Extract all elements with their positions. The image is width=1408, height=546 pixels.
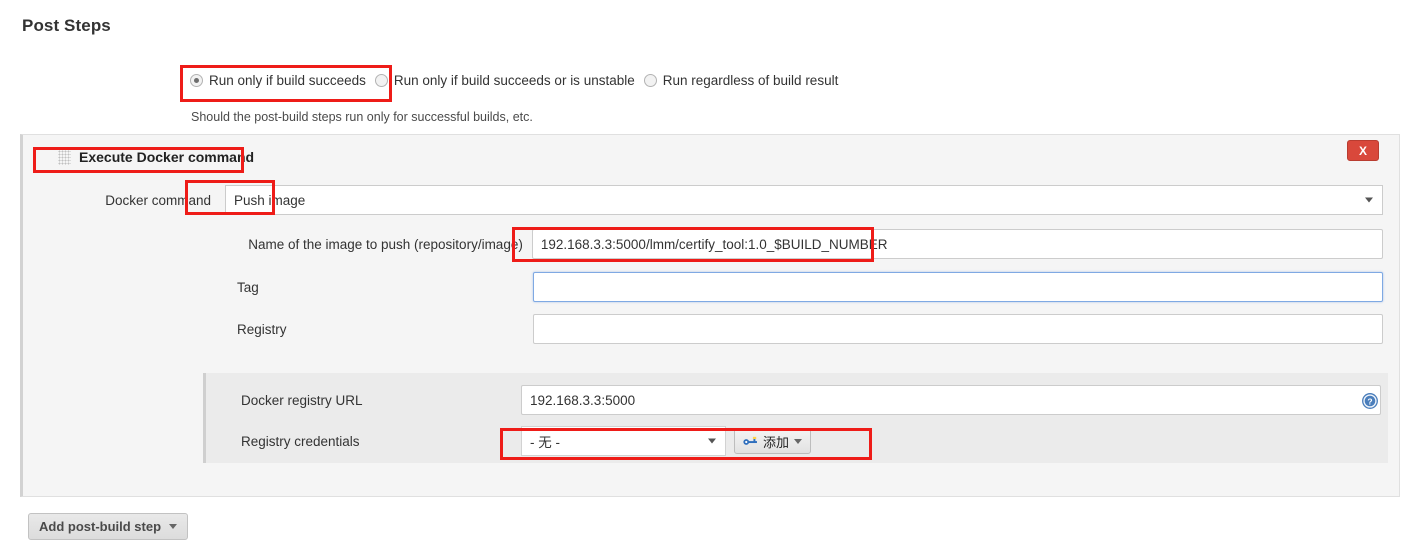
registry-input[interactable] <box>533 314 1383 344</box>
docker-command-label: Docker command <box>105 192 211 208</box>
chevron-down-icon-add-step[interactable] <box>169 524 178 529</box>
docker-command-select[interactable]: Push image <box>225 185 1383 215</box>
registry-url-label: Docker registry URL <box>241 392 363 408</box>
registry-credentials-row: Registry credentials - 无 - 添加 <box>241 426 1381 456</box>
registry-label: Registry <box>237 321 287 337</box>
chevron-down-icon[interactable] <box>1365 197 1373 203</box>
radio-label-run-if-succeeds-or-unstable: Run only if build succeeds or is unstabl… <box>393 73 635 88</box>
registry-row: Registry <box>38 314 1383 344</box>
drag-handle-icon[interactable] <box>58 149 71 165</box>
radio-option-run-regardless[interactable]: Run regardless of build result <box>643 73 839 88</box>
registry-settings-subpanel: Docker registry URL 192.168.3.3:5000 Reg… <box>203 373 1388 463</box>
radio-icon-unselected[interactable] <box>374 74 388 88</box>
registry-credentials-value: - 无 - <box>530 435 560 450</box>
image-name-row: Name of the image to push (repository/im… <box>38 229 1383 259</box>
help-circle-icon[interactable]: ? <box>1362 393 1378 409</box>
radio-label-run-regardless: Run regardless of build result <box>662 73 839 88</box>
key-icon <box>743 436 757 445</box>
docker-block-title: Execute Docker command <box>79 149 255 165</box>
radio-option-run-if-succeeds-or-unstable[interactable]: Run only if build succeeds or is unstabl… <box>374 73 635 88</box>
svg-text:?: ? <box>1367 397 1372 407</box>
registry-url-value: 192.168.3.3:5000 <box>530 392 636 408</box>
registry-url-row: Docker registry URL 192.168.3.3:5000 <box>241 385 1381 415</box>
chevron-down-icon-add-credentials[interactable] <box>794 438 803 444</box>
close-button[interactable]: X <box>1347 140 1379 161</box>
docker-command-row: Docker command Push image <box>38 185 1383 215</box>
radio-icon-selected[interactable] <box>190 74 203 88</box>
chevron-down-icon-credentials[interactable] <box>708 438 716 444</box>
tag-input[interactable] <box>533 272 1383 302</box>
radio-icon-unselected-2[interactable] <box>643 74 657 88</box>
radio-label-run-if-succeeds: Run only if build succeeds <box>209 73 366 88</box>
page-title: Post Steps <box>22 16 111 35</box>
build-condition-help-text: Should the post-build steps run only for… <box>191 110 533 124</box>
registry-credentials-label: Registry credentials <box>241 433 360 449</box>
add-post-build-step-label: Add post-build step <box>39 519 162 534</box>
tag-row: Tag <box>38 272 1383 302</box>
radio-option-run-if-succeeds[interactable]: Run only if build succeeds <box>190 74 366 88</box>
registry-credentials-select[interactable]: - 无 - <box>521 426 726 456</box>
add-credentials-button[interactable]: 添加 <box>734 428 812 454</box>
docker-command-value: Push image <box>234 192 306 208</box>
docker-block-header: Execute Docker command <box>58 149 254 165</box>
tag-label: Tag <box>237 279 259 295</box>
add-credentials-label: 添加 <box>763 434 790 450</box>
image-name-input[interactable]: 192.168.3.3:5000/lmm/certify_tool:1.0_$B… <box>531 229 1383 259</box>
registry-url-input[interactable]: 192.168.3.3:5000 <box>521 385 1381 415</box>
post-build-steps-panel: Execute Docker command X Docker command … <box>20 134 1400 497</box>
image-name-value: 192.168.3.3:5000/lmm/certify_tool:1.0_$B… <box>540 236 888 252</box>
build-condition-radio-group: Run only if build succeeds Run only if b… <box>190 74 838 88</box>
add-post-build-step-button[interactable]: Add post-build step <box>28 513 189 540</box>
post-steps-page: Post Steps Run only if build succeeds Ru… <box>0 0 1408 546</box>
image-name-label: Name of the image to push (repository/im… <box>248 236 523 252</box>
